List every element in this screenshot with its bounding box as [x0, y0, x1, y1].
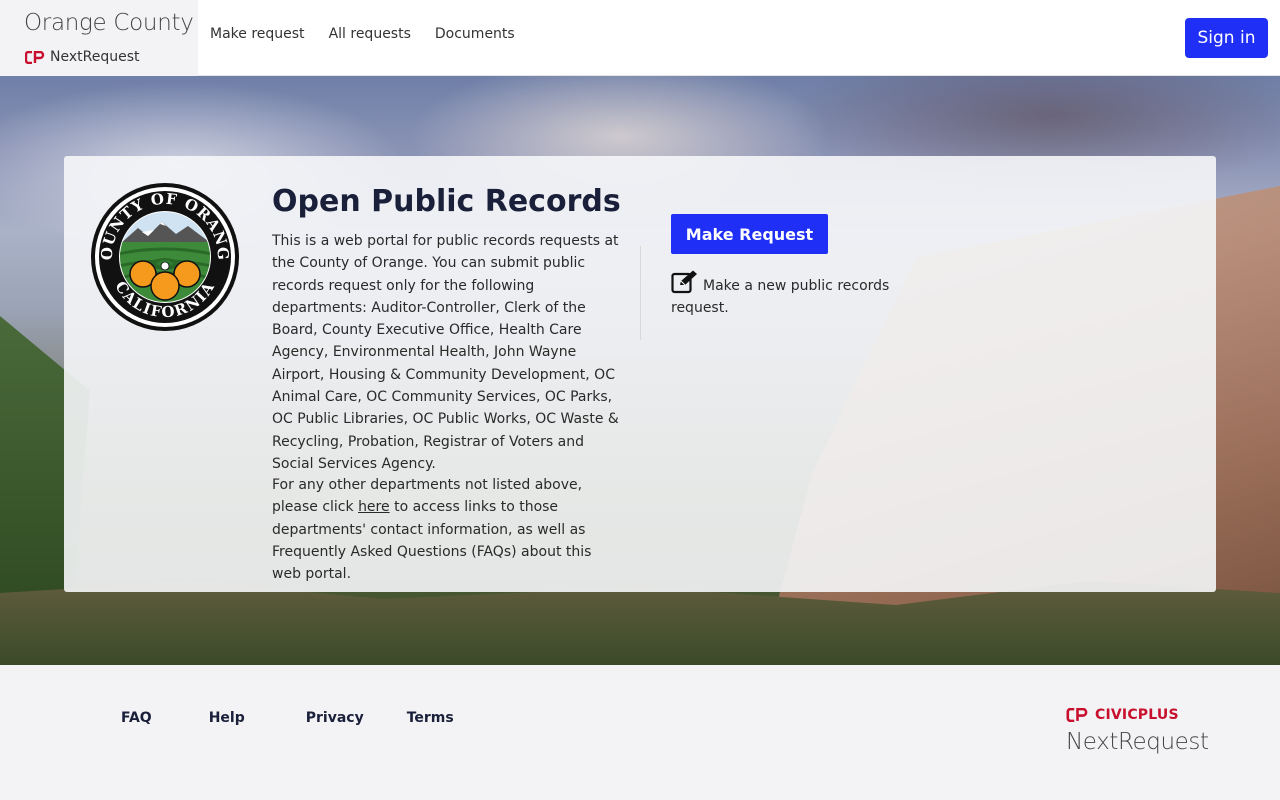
- civicplus-logo-icon: [1066, 708, 1088, 722]
- site-footer: FAQ Help Privacy Terms CIVICPLUS NextReq…: [0, 665, 1280, 800]
- card-divider: [640, 246, 641, 340]
- brand-block[interactable]: Orange County NextRequest: [0, 0, 198, 76]
- sign-in-button[interactable]: Sign in: [1185, 18, 1268, 58]
- page-title: Open Public Records: [272, 184, 621, 219]
- make-request-note-label: Make a new public records request.: [671, 278, 890, 316]
- brand-title: Orange County: [24, 10, 194, 36]
- edit-icon: [671, 270, 697, 294]
- nav-make-request[interactable]: Make request: [210, 26, 305, 42]
- make-request-note: Make a new public records request.: [671, 270, 901, 319]
- portal-description: This is a web portal for public records …: [272, 233, 619, 472]
- brand-sub: NextRequest: [25, 49, 139, 65]
- footer-terms-link[interactable]: Terms: [407, 710, 454, 726]
- brand-sub-label: NextRequest: [50, 49, 140, 65]
- county-seal-icon: COUNTY OF ORANGE CALIFORNIA: [90, 182, 239, 331]
- site-header: Orange County NextRequest Make request A…: [0, 0, 1280, 76]
- footer-help-link[interactable]: Help: [209, 710, 245, 726]
- make-request-button[interactable]: Make Request: [671, 214, 828, 254]
- nav-all-requests[interactable]: All requests: [329, 26, 411, 42]
- footer-privacy-link[interactable]: Privacy: [306, 710, 364, 726]
- civicplus-logo-icon: [25, 50, 45, 64]
- civicplus-brand[interactable]: CIVICPLUS: [1066, 707, 1179, 723]
- intro-card: COUNTY OF ORANGE CALIFORNIA Open Public …: [64, 156, 1216, 592]
- footer-faq-link[interactable]: FAQ: [121, 710, 152, 726]
- other-departments-text: For any other departments not listed abo…: [272, 474, 624, 585]
- main-nav: Make request All requests Documents: [210, 26, 515, 42]
- civicplus-label: CIVICPLUS: [1095, 707, 1179, 723]
- footer-links: FAQ Help Privacy Terms: [121, 710, 454, 726]
- nav-documents[interactable]: Documents: [435, 26, 515, 42]
- nextrequest-wordmark: NextRequest: [1066, 729, 1209, 755]
- here-link[interactable]: here: [358, 499, 390, 515]
